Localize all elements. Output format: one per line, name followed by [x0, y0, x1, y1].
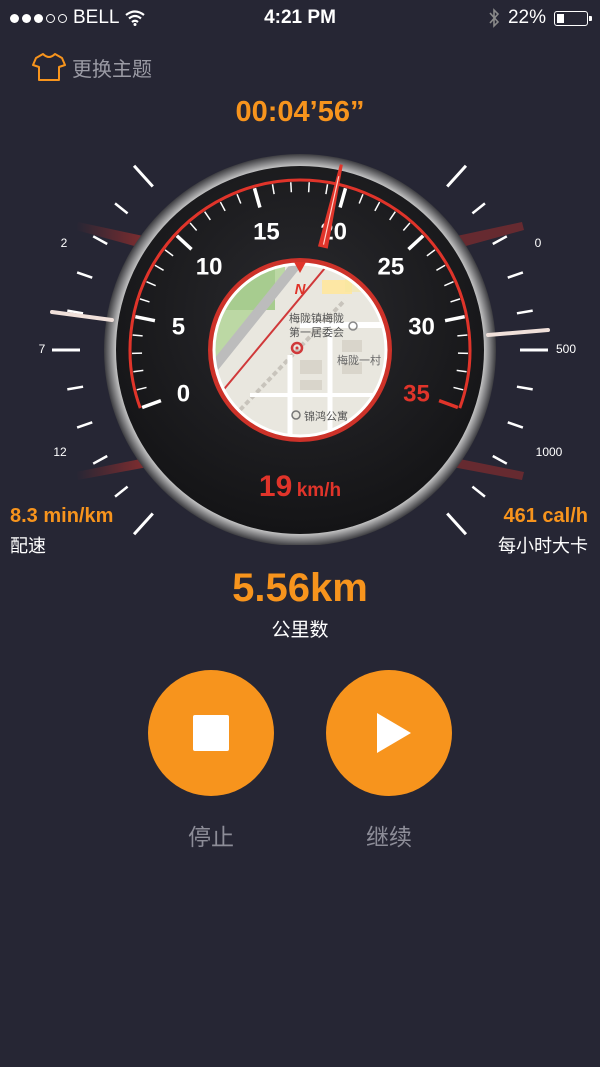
pace-value: 8.3 min/km: [10, 505, 114, 527]
scale-tick: [92, 454, 108, 465]
calorie-scale-label-0: 0: [535, 236, 542, 250]
scale-tick: [471, 485, 486, 498]
gauge-label: 0: [177, 380, 190, 407]
scale-tick: [446, 512, 468, 536]
scale-tick: [507, 421, 524, 429]
stop-button[interactable]: [148, 670, 274, 796]
scale-tick: [67, 385, 84, 391]
status-right: 22%: [488, 7, 592, 29]
battery-percent: 22%: [507, 7, 546, 28]
distance-label: 公里数: [271, 620, 329, 641]
pace-stat: 8.3 min/km 配速: [10, 505, 113, 558]
resume-control: 继续: [326, 670, 452, 852]
gauge-tick: [457, 334, 468, 337]
pace-scale-label-12: 12: [53, 445, 67, 459]
pace-scale-label-2: 2: [61, 236, 68, 250]
gauge-label: 5: [172, 313, 185, 340]
map-label-3: 梅陇一村: [337, 353, 381, 367]
scale-tick: [76, 271, 93, 279]
speed-unit: km/h: [297, 480, 341, 501]
gauge-label: 25: [378, 254, 405, 281]
status-bar: BELL 4:21 PM 22%: [0, 0, 600, 36]
map-label-1: 梅陇镇梅陇: [289, 311, 344, 325]
gauge-tick: [307, 182, 310, 193]
gauge-tick: [132, 334, 143, 337]
calorie-needle: [486, 328, 550, 337]
calorie-scale-label-500: 500: [556, 342, 576, 356]
tshirt-icon: [32, 53, 66, 81]
scale-tick: [446, 164, 468, 188]
calorie-value: 461 cal/h: [503, 505, 588, 527]
scale-tick: [132, 164, 154, 188]
distance-value: 5.56km: [232, 566, 368, 610]
scale-tick: [114, 202, 129, 215]
battery-icon: [554, 10, 592, 26]
gauge-label: 35: [403, 380, 430, 407]
scale-tick: [507, 271, 524, 279]
gauge-label: 15: [253, 219, 280, 246]
calorie-scale-label-1000: 1000: [536, 445, 563, 459]
scale-tick: [471, 202, 486, 215]
speed-value: 19: [259, 470, 292, 503]
scale-tick: [132, 512, 154, 536]
pace-label: 配速: [10, 536, 46, 556]
scale-tick: [114, 485, 129, 498]
resume-label: 继续: [366, 824, 412, 850]
bluetooth-icon: [489, 8, 500, 28]
distance-stat: 5.56km 公里数: [0, 566, 600, 642]
scale-tick: [516, 385, 533, 391]
speedometer: 2 7 12 0 500 1000 051015 20253035 梅陇镇梅陇 …: [39, 154, 576, 545]
change-theme-button[interactable]: 更换主题: [32, 52, 152, 82]
compass-north: N: [295, 281, 307, 298]
stop-label: 停止: [188, 824, 234, 850]
map-label-2: 第一居委会: [289, 325, 344, 339]
calorie-stat: 461 cal/h 每小时大卡: [498, 505, 588, 558]
scale-tick: [492, 454, 508, 465]
gauge-label: 10: [196, 254, 223, 281]
pace-scale-label-7: 7: [39, 342, 46, 356]
gauge-label: 30: [408, 313, 435, 340]
stop-control: 停止: [148, 670, 274, 852]
stop-icon: [193, 715, 229, 751]
scale-tick: [516, 309, 533, 315]
map-label-4: 锦鸿公寓: [304, 409, 348, 423]
change-theme-label: 更换主题: [72, 58, 152, 81]
resume-button[interactable]: [326, 670, 452, 796]
play-icon: [377, 713, 411, 753]
elapsed-timer: 00:04’56”: [235, 96, 365, 128]
calorie-label: 每小时大卡: [498, 536, 588, 556]
gauge-tick: [290, 182, 293, 193]
scale-tick: [76, 421, 93, 429]
